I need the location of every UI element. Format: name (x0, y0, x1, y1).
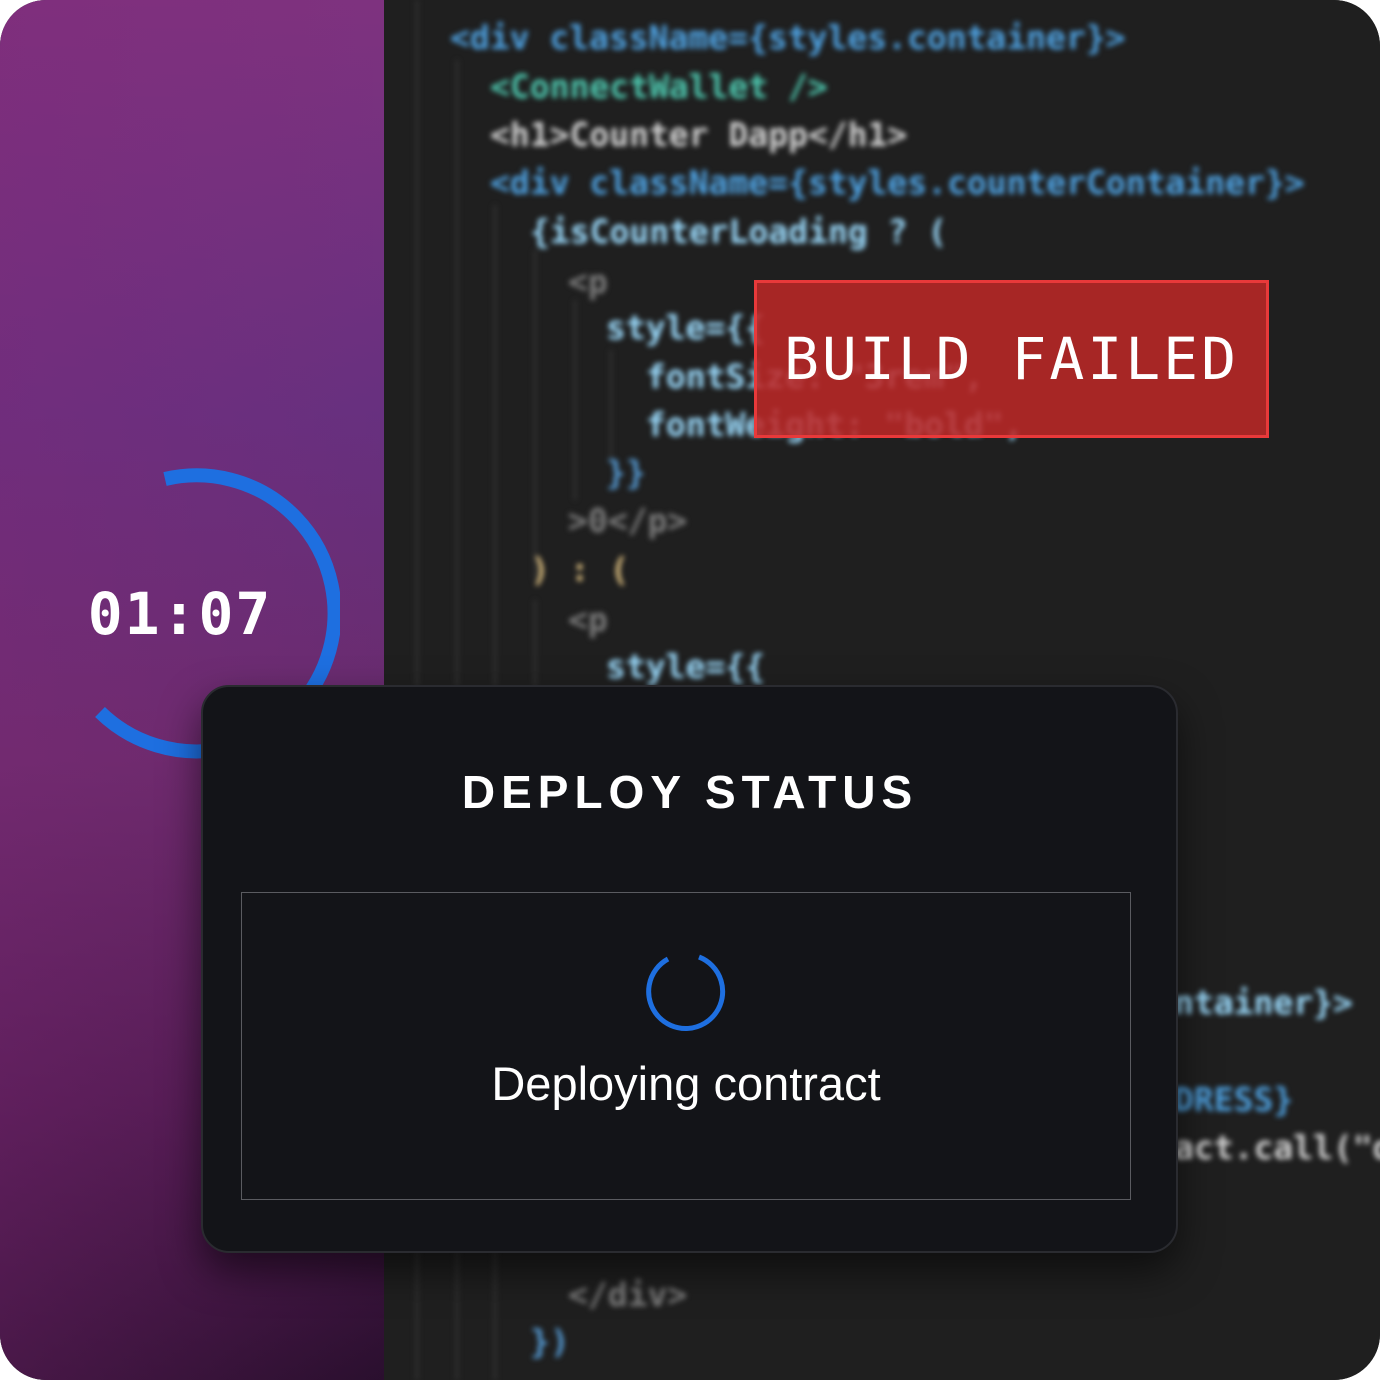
code-line: act.call("d (1174, 1128, 1380, 1167)
code-line: <ConnectWallet /> (490, 67, 828, 106)
code-line: <p (568, 600, 608, 639)
code-line: }) (530, 1322, 570, 1361)
code-line: {isCounterLoading ? ( (530, 212, 948, 251)
build-failed-label: BUILD FAILED (783, 325, 1240, 393)
code-line: style={{ (606, 647, 765, 686)
code-line: <div className={styles.container}> (450, 18, 1126, 57)
code-line: <div className={styles.counterContainer}… (490, 163, 1305, 202)
code-line: ntainer}> (1174, 983, 1353, 1022)
deploy-status-title: DEPLOY STATUS (461, 766, 919, 818)
indent-guide (534, 600, 536, 690)
indent-guide (534, 250, 536, 580)
build-failed-banner: BUILD FAILED (754, 280, 1269, 438)
code-line: style={{ (606, 308, 765, 347)
loading-spinner-icon (646, 954, 726, 1031)
code-line: }} (606, 453, 646, 492)
code-line: <p (568, 262, 608, 301)
indent-guide (574, 300, 576, 500)
indent-guide (610, 350, 612, 460)
code-line: <h1>Counter Dapp</h1> (490, 115, 908, 154)
deploy-status-panel (241, 892, 1131, 1200)
deploy-status-message: Deploying contract (491, 1057, 881, 1110)
code-line: >0</p> (568, 501, 688, 540)
countdown-timer: 01:07 (87, 580, 273, 648)
code-line: DRESS} (1174, 1080, 1294, 1119)
code-line: </div> (568, 1275, 688, 1314)
code-line: ) : ( (530, 550, 630, 589)
app-frame: <div className={styles.container}> <Conn… (0, 0, 1380, 1380)
